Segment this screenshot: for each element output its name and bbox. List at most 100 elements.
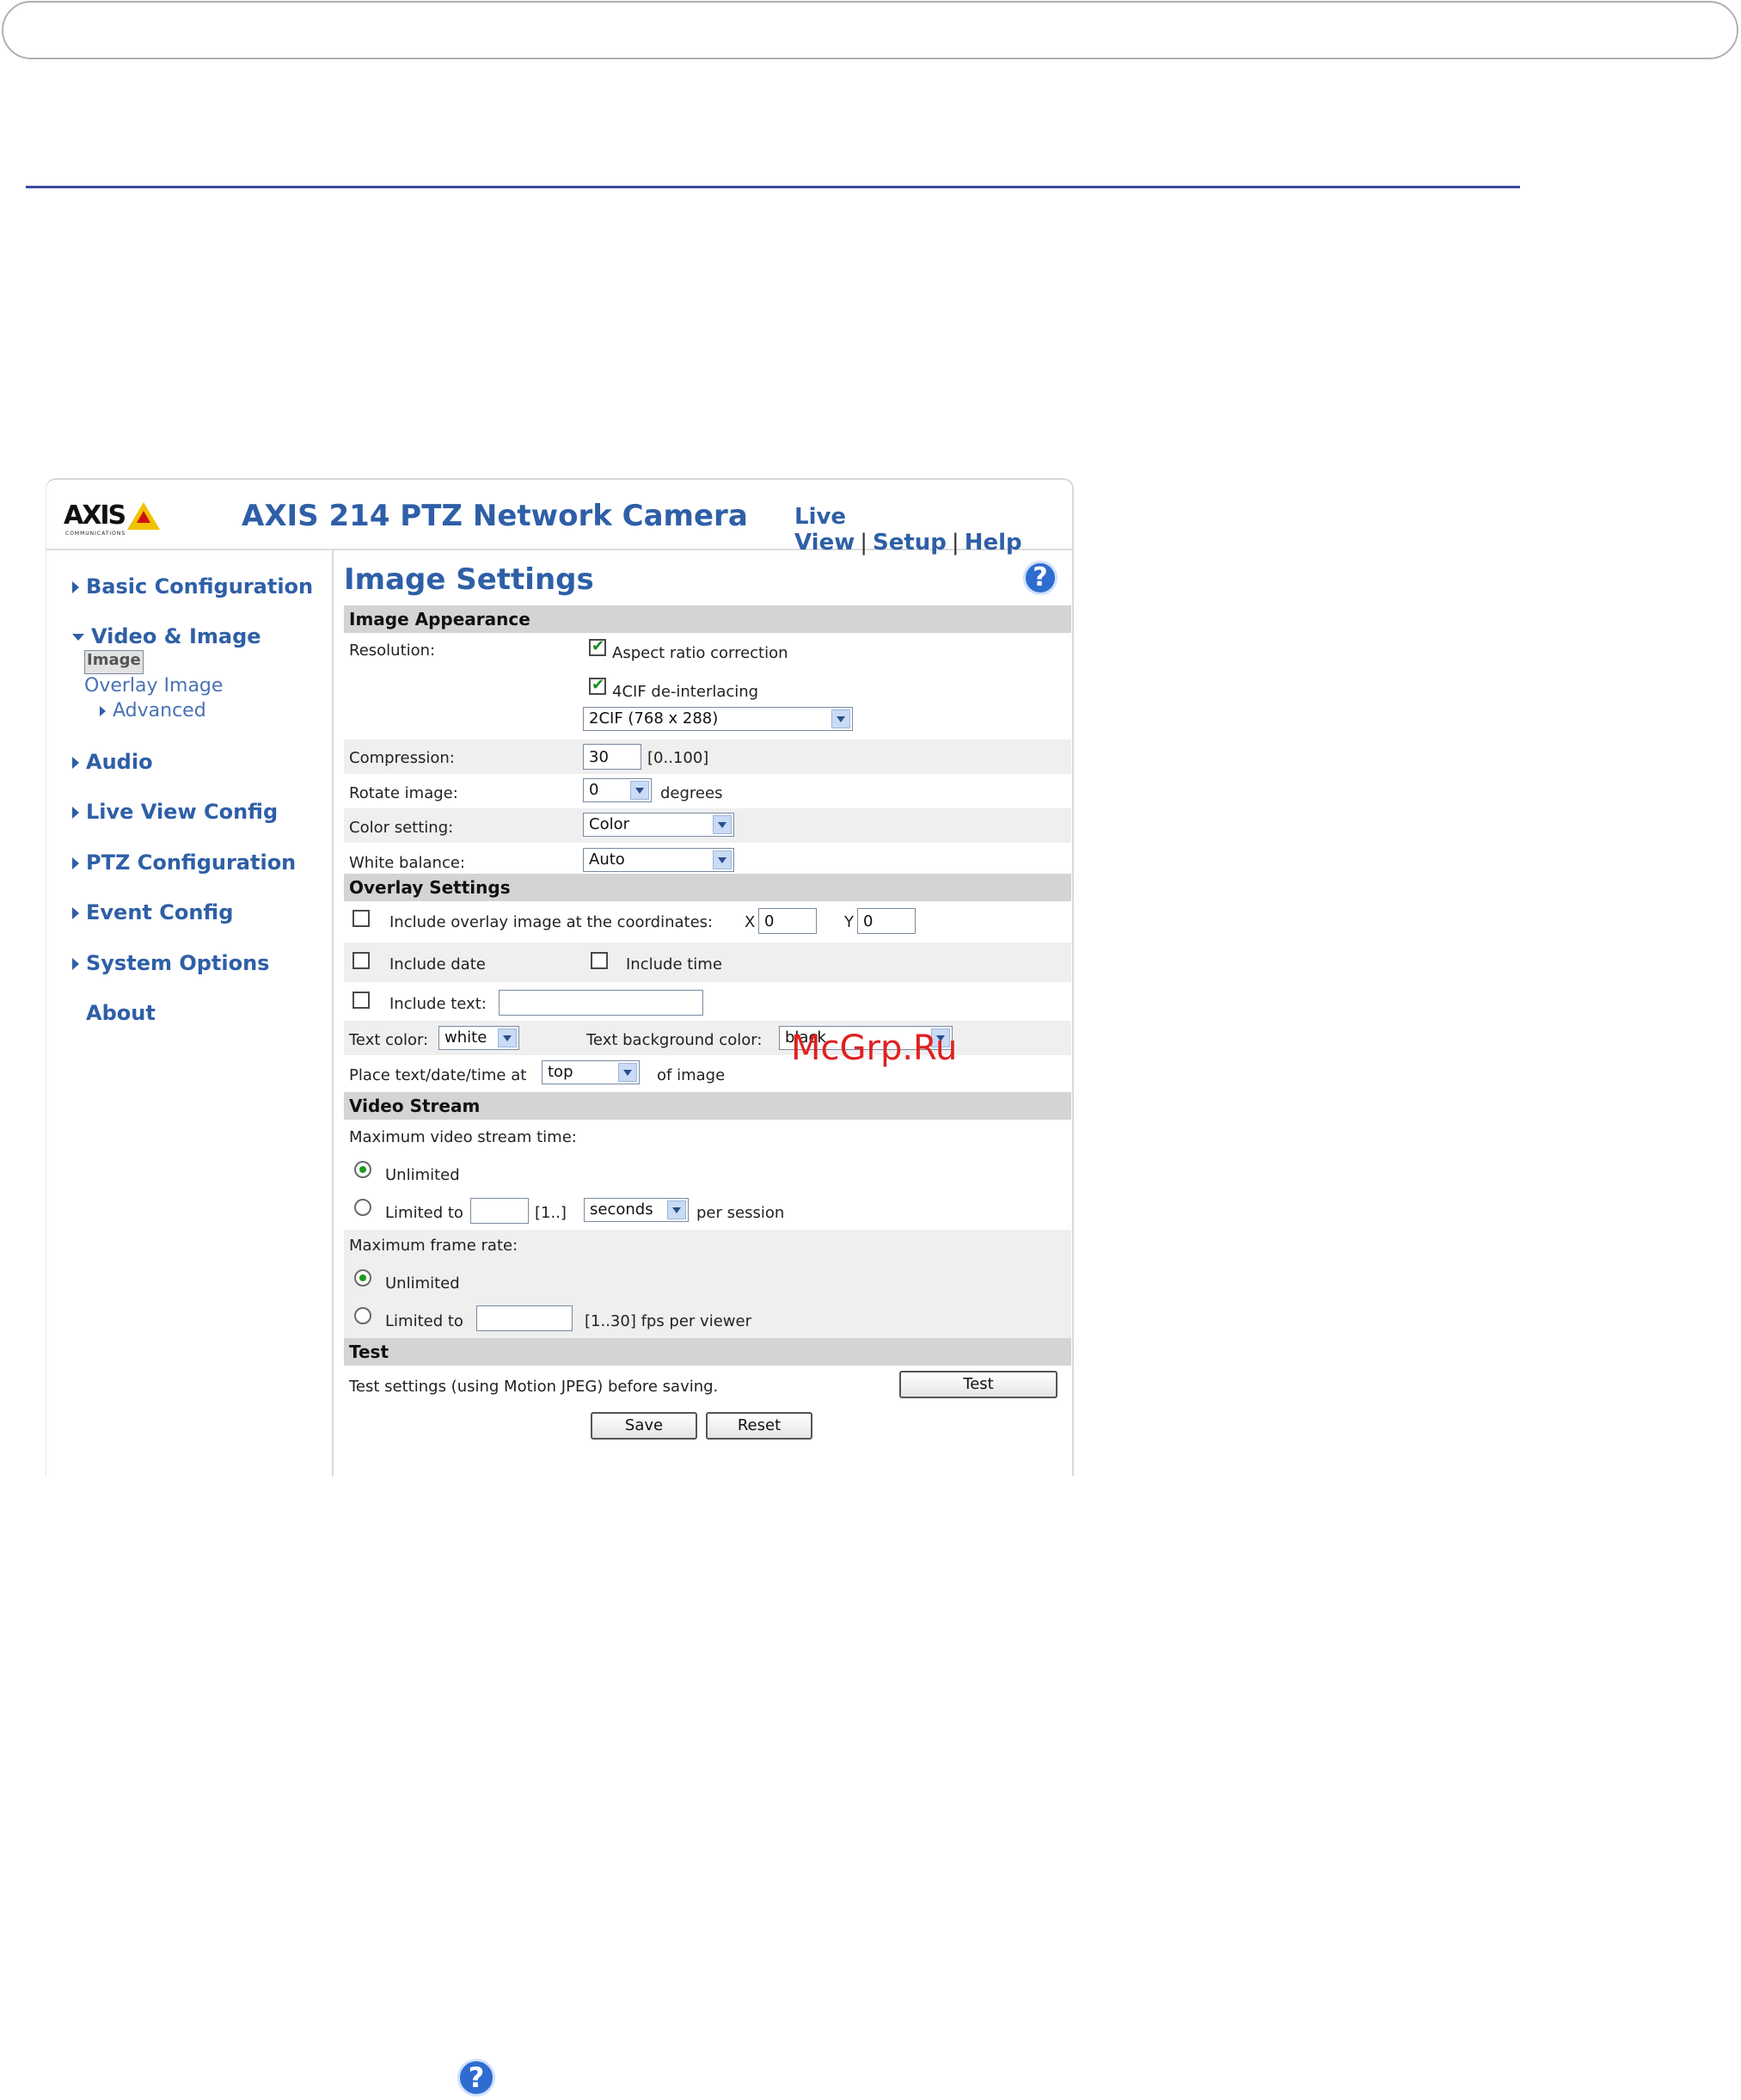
sidebar-item-label: About (86, 1001, 156, 1025)
sidebar-item-ptz-configuration[interactable]: PTZ Configuration (72, 850, 296, 875)
fps-suffix: [1..30] fps per viewer (585, 1312, 751, 1330)
max-frame-rate-label: Maximum frame rate: (349, 1237, 518, 1255)
stream-time-suffix: per session (696, 1204, 785, 1222)
include-text-input[interactable] (499, 990, 703, 1016)
rotate-label: Rotate image: (349, 784, 458, 802)
chevron-down-icon (713, 850, 732, 869)
white-balance-select[interactable]: Auto (583, 848, 734, 872)
include-date-label: Include date (389, 955, 486, 973)
x-coordinate-input[interactable] (758, 908, 817, 934)
text-color-select[interactable]: white (438, 1026, 519, 1050)
sidebar-subitem-label: Advanced (113, 700, 206, 721)
camera-title: AXIS 214 PTZ Network Camera (242, 499, 748, 533)
aspect-ratio-checkbox[interactable] (589, 637, 606, 656)
resolution-select[interactable]: 2CIF (768 x 288) (583, 707, 853, 731)
page-title: Image Settings (344, 562, 594, 597)
test-button[interactable]: Test (899, 1371, 1057, 1398)
chevron-down-icon (667, 1200, 686, 1219)
chevron-down-icon (498, 1029, 517, 1047)
test-description: Test settings (using Motion JPEG) before… (349, 1378, 719, 1396)
stream-time-limited-radio[interactable] (354, 1199, 371, 1216)
stream-time-unlimited-label: Unlimited (385, 1166, 460, 1184)
text-color-label: Text color: (349, 1031, 429, 1049)
include-text-checkbox[interactable] (352, 992, 370, 1009)
text-bg-color-label: Text background color: (586, 1031, 763, 1049)
arrow-right-icon (72, 857, 79, 869)
chevron-down-icon (713, 815, 732, 834)
chevron-down-icon (618, 1063, 637, 1082)
fps-limited-input[interactable] (476, 1305, 573, 1331)
resolution-value: 2CIF (768 x 288) (589, 709, 719, 728)
logo-text: AXIS (64, 500, 126, 531)
section-video-stream: Video Stream (344, 1092, 1071, 1120)
deinterlace-checkbox[interactable] (589, 676, 606, 695)
reset-button[interactable]: Reset (706, 1412, 812, 1440)
arrow-right-icon (100, 706, 106, 716)
arrow-down-icon (72, 634, 84, 641)
sidebar-item-label: PTZ Configuration (86, 850, 297, 875)
sidebar-item-label: Live View Config (86, 800, 279, 824)
live-view-link[interactable]: Live View (794, 504, 855, 556)
arrow-right-icon (72, 907, 79, 919)
place-text-label: Place text/date/time at (349, 1066, 527, 1084)
save-button[interactable]: Save (591, 1412, 697, 1440)
color-setting-value: Color (589, 815, 629, 833)
include-date-checkbox[interactable] (352, 952, 370, 969)
stream-time-input[interactable] (470, 1198, 529, 1224)
compression-range: [0..100] (647, 749, 709, 767)
sidebar-item-video-image[interactable]: Video & Image (72, 624, 261, 648)
sidebar-subitem-advanced[interactable]: Advanced (100, 700, 206, 721)
sidebar-item-label: Video & Image (91, 624, 261, 648)
sidebar-subitem-image[interactable]: Image (84, 650, 144, 674)
sidebar-item-basic-configuration[interactable]: Basic Configuration (72, 574, 313, 599)
y-coordinate-label: Y (844, 913, 854, 931)
color-setting-select[interactable]: Color (583, 813, 734, 837)
fps-unlimited-radio[interactable] (354, 1269, 371, 1286)
sidebar-item-audio[interactable]: Audio (72, 750, 153, 774)
include-time-checkbox[interactable] (591, 952, 608, 969)
chevron-down-icon (831, 709, 850, 728)
deinterlace-label: 4CIF de-interlacing (612, 683, 759, 701)
arrow-right-icon (72, 807, 79, 819)
place-text-select[interactable]: top (542, 1060, 640, 1084)
sidebar-item-system-options[interactable]: System Options (72, 951, 269, 975)
aspect-ratio-label: Aspect ratio correction (612, 644, 788, 662)
arrow-right-icon (72, 757, 79, 769)
logo-triangle-inner-icon (137, 511, 150, 523)
white-balance-label: White balance: (349, 854, 465, 872)
overlay-image-checkbox[interactable] (352, 910, 370, 927)
resolution-label: Resolution: (349, 642, 436, 660)
max-stream-time-label: Maximum video stream time: (349, 1128, 577, 1146)
section-test: Test (344, 1338, 1071, 1366)
arrow-right-icon (72, 958, 79, 970)
compression-input[interactable] (583, 744, 641, 770)
logo-subtext: COMMUNICATIONS (65, 531, 126, 537)
compression-label: Compression: (349, 749, 455, 767)
main-content: Image Settings ? Image Appearance Resolu… (344, 550, 1071, 1476)
stream-time-unit-value: seconds (590, 1200, 653, 1219)
text-color-value: white (444, 1029, 487, 1047)
sidebar-item-live-view-config[interactable]: Live View Config (72, 800, 278, 824)
watermark: McGrp.Ru (791, 1029, 958, 1068)
header-rule (26, 186, 1520, 188)
x-coordinate-label: X (745, 913, 756, 931)
fps-limited-radio[interactable] (354, 1307, 371, 1324)
rotate-select[interactable]: 0 (583, 778, 652, 802)
axis-logo: AXIS COMMUNICATIONS (64, 499, 160, 538)
stream-time-unlimited-radio[interactable] (354, 1161, 371, 1178)
sidebar-item-about[interactable]: About (72, 1001, 156, 1025)
help-icon[interactable]: ? (1023, 561, 1057, 595)
camera-settings-window: AXIS COMMUNICATIONS AXIS 214 PTZ Network… (46, 478, 1074, 1476)
sidebar-item-event-config[interactable]: Event Config (72, 900, 233, 924)
stream-time-limited-label: Limited to (385, 1204, 463, 1222)
top-nav-links: Live View | Setup | Help (794, 504, 1072, 556)
stream-time-unit-select[interactable]: seconds (584, 1198, 689, 1222)
sidebar-item-label: Event Config (86, 900, 234, 924)
sidebar-subitem-overlay-image[interactable]: Overlay Image (84, 675, 223, 697)
arrow-right-icon (72, 581, 79, 593)
sidebar-item-label: Audio (86, 750, 153, 774)
sidebar-item-label: System Options (86, 951, 270, 975)
y-coordinate-input[interactable] (857, 908, 916, 934)
rotate-unit: degrees (660, 784, 723, 802)
help-icon-bottom[interactable]: ? (457, 2059, 495, 2097)
